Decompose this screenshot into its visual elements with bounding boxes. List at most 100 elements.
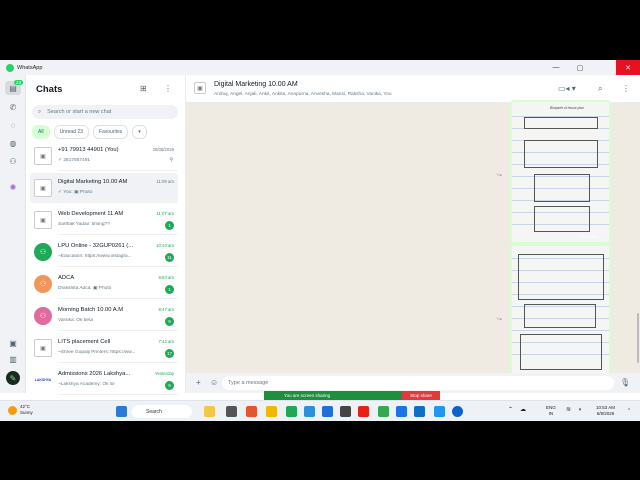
conversation-panel: ▣ Digital Marketing 10.00 AM Ambuj, Ange… bbox=[186, 75, 640, 393]
chat-avatar: ▣ bbox=[34, 179, 52, 197]
chat-list-panel: Chats ⊞ ⋮ ⌕ Search or start a new chat A… bbox=[26, 75, 186, 395]
stop-share-button[interactable]: Stop share bbox=[402, 391, 440, 400]
task-view-icon[interactable] bbox=[226, 406, 237, 417]
youtube-icon[interactable] bbox=[358, 406, 369, 417]
message-scrollbar[interactable] bbox=[637, 313, 639, 363]
office-icon[interactable] bbox=[246, 406, 257, 417]
screen-share-status: You are screen sharing bbox=[264, 391, 402, 400]
conversation-name[interactable]: Digital Marketing 10.00 AM bbox=[214, 81, 298, 88]
mail-icon[interactable] bbox=[396, 406, 407, 417]
chat-item-body: Admissions 2026 Lakshya... ~Lakshya Acade… bbox=[58, 365, 178, 395]
status-icon[interactable]: ◌ bbox=[7, 119, 19, 131]
filter-chip[interactable]: All bbox=[32, 125, 50, 139]
chat-preview: ~Education: https://www.instagra... bbox=[58, 254, 132, 259]
chat-list-item[interactable]: LAKSHYA Admissions 2026 Lakshya... ~Lakshy… bbox=[30, 365, 178, 395]
message-area[interactable]: ↪ Blueprint of house plan 11:08 am ✓✓ ↪ bbox=[186, 100, 640, 376]
forward-icon[interactable]: ↪ bbox=[497, 316, 502, 323]
search-placeholder: Search or start a new chat bbox=[47, 109, 112, 115]
channels-icon[interactable]: ◍ bbox=[7, 137, 19, 149]
weather-widget[interactable]: 42°C Sunny bbox=[8, 404, 33, 416]
widgets-icon[interactable] bbox=[204, 406, 215, 417]
chat-list-item[interactable]: ▣ +91 79913 44901 (You) ✓ 2817857491 20/05/… bbox=[30, 141, 178, 171]
chrome-icon[interactable] bbox=[378, 406, 389, 417]
chat-item-body: +91 79913 44901 (You) ✓ 2817857491 20/05/2… bbox=[58, 141, 178, 171]
wifi-icon[interactable]: ≋ bbox=[566, 407, 571, 413]
microphone-icon[interactable]: 🎙 bbox=[620, 378, 630, 387]
message-input[interactable]: Type a message bbox=[222, 376, 614, 390]
taskbar-search[interactable]: Search bbox=[132, 405, 192, 418]
chat-item-body: ADCA Drakshita Adca: ▣ Photo 9:53 am 1 bbox=[58, 269, 178, 299]
emoji-icon[interactable]: ☺ bbox=[210, 378, 218, 387]
chat-time: 9:53 am bbox=[158, 275, 174, 280]
close-button[interactable]: ✕ bbox=[616, 60, 640, 75]
chat-preview: Drakshita Adca: ▣ Photo bbox=[58, 286, 112, 291]
start-icon[interactable] bbox=[116, 406, 127, 417]
chat-list-item[interactable]: ⚇ ADCA Drakshita Adca: ▣ Photo 9:53 am 1 bbox=[30, 269, 178, 299]
media-icon[interactable]: ▣ bbox=[7, 337, 19, 349]
chat-name: Admissions 2026 Lakshya... bbox=[58, 371, 131, 377]
weather-desc: Sunny bbox=[20, 410, 33, 415]
chat-item-body: Digital Marketing 10.00 AM ✓ You: ▣ Photo… bbox=[58, 173, 178, 203]
whatsapp-logo-icon bbox=[6, 63, 14, 72]
chat-item-body: LITS placement Cell ~Shree Gopalji Printe… bbox=[58, 333, 178, 363]
notification-icon[interactable]: ▫ bbox=[628, 407, 630, 413]
message-placeholder: Type a message bbox=[228, 380, 269, 386]
edge-icon[interactable] bbox=[304, 406, 315, 417]
app-circle-icon[interactable] bbox=[452, 406, 463, 417]
chat-list-item[interactable]: ⚇ LPU Online - 32GUP0261 (... ~Education: … bbox=[30, 237, 178, 267]
chat-time: 11:09 am bbox=[156, 179, 174, 184]
filter-chip[interactable]: Unread 23 bbox=[53, 125, 89, 139]
conversation-header[interactable]: ▣ Digital Marketing 10.00 AM Ambuj, Ange… bbox=[186, 75, 640, 103]
photo-thumbnail[interactable] bbox=[512, 246, 609, 374]
archive-icon[interactable]: ▥ bbox=[7, 353, 19, 365]
profile-avatar[interactable]: ✎ bbox=[6, 371, 20, 385]
store-icon[interactable] bbox=[434, 406, 445, 417]
chat-name: LITS placement Cell bbox=[58, 339, 111, 345]
chat-list-item[interactable]: ⚇ Morning Batch 10.00 A.M Varsika: Ok beta… bbox=[30, 301, 178, 331]
chat-list-item[interactable]: ▣ LITS placement Cell ~Shree Gopalji Print… bbox=[30, 333, 178, 363]
chat-avatar: LAKSHYA bbox=[34, 371, 52, 389]
cloud-icon[interactable]: ☁ bbox=[520, 407, 526, 413]
chat-name: LPU Online - 32GUP0261 (... bbox=[58, 243, 134, 249]
minimize-button[interactable]: — bbox=[544, 60, 568, 75]
group-avatar[interactable]: ▣ bbox=[194, 82, 206, 94]
chat-time: Yesterday bbox=[155, 371, 174, 376]
file-explorer-icon[interactable] bbox=[266, 406, 277, 417]
chat-time: 7:42 am bbox=[158, 339, 174, 344]
calls-icon[interactable]: ✆ bbox=[7, 101, 19, 113]
new-chat-icon[interactable]: ⊞ bbox=[140, 84, 147, 93]
whatsapp-taskbar-icon[interactable] bbox=[286, 406, 297, 417]
tray-chevron-icon[interactable]: ⌃ bbox=[508, 407, 513, 413]
menu-icon[interactable]: ⋮ bbox=[164, 84, 172, 93]
clock[interactable]: 10:53 AM 6/9/2026 bbox=[596, 405, 615, 417]
chat-list-item[interactable]: ▣ Web Development 11 AM Sarthak Yadav: tim… bbox=[30, 205, 178, 235]
chat-name: +91 79913 44901 (You) bbox=[58, 147, 119, 153]
chat-name: Web Development 11 AM bbox=[58, 211, 124, 217]
meta-ai-icon[interactable]: ✺ bbox=[7, 181, 19, 193]
photo-caption-text: Blueprint of house plan bbox=[550, 106, 584, 110]
screen-share-bar: You are screen sharing Stop share bbox=[264, 391, 440, 400]
unread-badge: 17 bbox=[165, 349, 174, 358]
unread-badge: 1 bbox=[165, 285, 174, 294]
app-icon[interactable] bbox=[322, 406, 333, 417]
chat-list-item[interactable]: ▣ Digital Marketing 10.00 AM ✓ You: ▣ Phot… bbox=[30, 173, 178, 203]
search-messages-icon[interactable]: ⌕ bbox=[598, 84, 602, 94]
conversation-menu-icon[interactable]: ⋮ bbox=[622, 84, 630, 93]
video-call-icon[interactable]: ▭◂ ▾ bbox=[558, 84, 576, 93]
search-input[interactable]: ⌕ Search or start a new chat bbox=[32, 105, 178, 119]
photo-thumbnail[interactable]: Blueprint of house plan bbox=[512, 102, 609, 242]
language-indicator[interactable]: ENG IN bbox=[546, 405, 556, 417]
attach-icon[interactable]: + bbox=[196, 378, 201, 387]
unread-badge: 9 bbox=[165, 317, 174, 326]
vscode-icon[interactable] bbox=[414, 406, 425, 417]
nav-rail: ▤ 23 ✆ ◌ ◍ ⚇ ✺ ▣ ▥ ✎ bbox=[0, 75, 26, 393]
volume-icon[interactable]: ◖ bbox=[578, 407, 582, 413]
hp-icon[interactable] bbox=[340, 406, 351, 417]
maximize-button[interactable]: ▢ bbox=[568, 60, 592, 75]
communities-icon[interactable]: ⚇ bbox=[7, 155, 19, 167]
filter-chip[interactable]: Favourites bbox=[92, 125, 129, 139]
filter-chip[interactable]: ▾ bbox=[132, 125, 147, 139]
forward-icon[interactable]: ↪ bbox=[497, 172, 502, 179]
image-message[interactable]: Blueprint of house plan 11:08 am ✓✓ bbox=[510, 100, 611, 244]
image-message[interactable] bbox=[510, 244, 611, 376]
